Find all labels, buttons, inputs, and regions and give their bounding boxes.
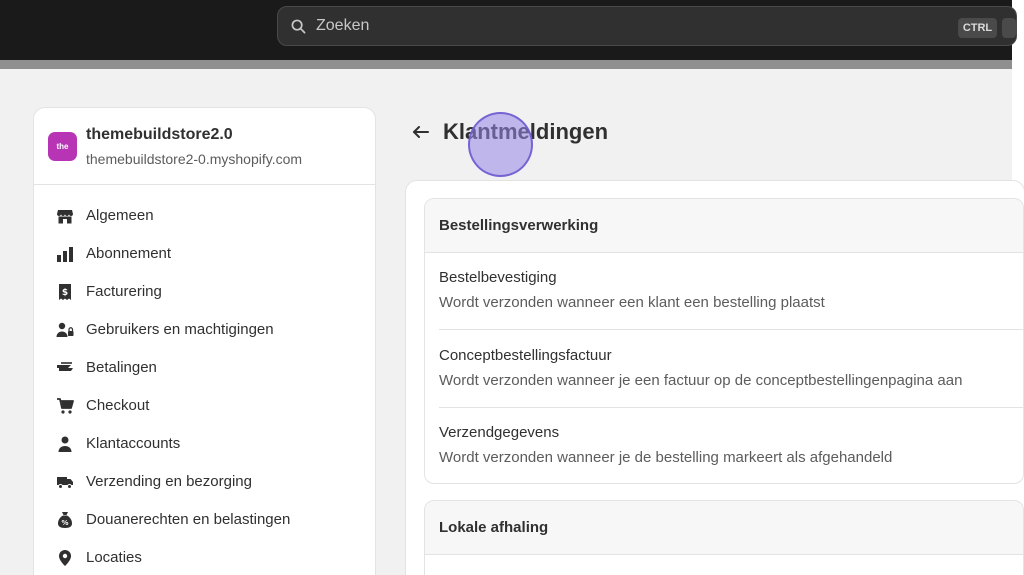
cart-icon [57,398,74,414]
sidebar-item-facturering[interactable]: $ Facturering [34,273,375,311]
users-lock-icon [56,322,74,337]
section-bestellingsverwerking: Bestellingsverwerking Bestelbevestiging … [424,198,1024,484]
sidebar-item-betalingen[interactable]: Betalingen [34,349,375,387]
row-divider [439,407,1023,408]
notification-description: Wordt verzonden wanneer je een factuur o… [439,372,963,389]
notification-row-bestelbevestiging[interactable]: Bestelbevestiging Wordt verzonden wannee… [439,269,1023,311]
sidebar-item-label: Algemeen [86,207,154,224]
location-icon [59,550,71,566]
store-logo: the [48,132,77,161]
truck-icon [57,477,73,489]
shortcut-ctrl-badge: CTRL [958,18,997,38]
store-url: themebuildstore2-0.myshopify.com [86,151,303,167]
cursor-highlight [468,112,533,177]
back-arrow-icon[interactable] [409,120,433,144]
sidebar-item-checkout[interactable]: Checkout [34,387,375,425]
chart-icon [57,247,73,262]
sidebar-item-locaties[interactable]: Locaties [34,539,375,575]
svg-text:$: $ [62,288,68,298]
section-heading: Bestellingsverwerking [425,199,1023,253]
sidebar-item-label: Gebruikers en machtigingen [86,321,274,338]
shortcut-key-badge [1002,18,1016,38]
sidebar-item-label: Facturering [86,283,162,300]
svg-text:%: % [61,519,68,527]
top-bar: Zoeken CTRL [0,0,1017,60]
sidebar-item-abonnement[interactable]: Abonnement [34,235,375,273]
section-heading: Lokale afhaling [425,501,1023,555]
row-divider [439,329,1023,330]
notification-title: Conceptbestellingsfactuur [439,347,612,364]
sidebar-item-gebruikers[interactable]: Gebruikers en machtigingen [34,311,375,349]
sidebar-item-douanerechten[interactable]: % Douanerechten en belastingen [34,501,375,539]
sidebar-item-label: Douanerechten en belastingen [86,511,291,528]
sidebar-item-klantaccounts[interactable]: Klantaccounts [34,425,375,463]
notification-title: Bestelbevestiging [439,269,557,286]
store-name: themebuildstore2.0 [86,126,233,143]
sidebar-item-label: Checkout [86,397,150,414]
sidebar-item-label: Klantaccounts [86,435,181,452]
notification-description: Wordt verzonden wanneer je de bestelling… [439,449,893,466]
notification-description: Wordt verzonden wanneer een klant een be… [439,294,825,311]
store-icon [57,210,73,224]
receipt-icon: $ [59,284,71,300]
store-header[interactable]: the themebuildstore2.0 themebuildstore2-… [34,108,375,185]
sidebar-item-label: Verzending en bezorging [86,473,252,490]
person-icon [58,436,72,452]
notification-row-conceptbestellingsfactuur[interactable]: Conceptbestellingsfactuur Wordt verzonde… [439,347,1023,389]
sidebar-item-label: Betalingen [86,359,157,376]
search-input[interactable]: Zoeken [316,17,369,35]
tax-bag-icon: % [58,512,72,528]
search-bar[interactable]: Zoeken CTRL [277,6,1017,46]
cash-icon [57,362,73,371]
section-lokale-afhaling: Lokale afhaling [424,500,1024,575]
search-icon [291,19,306,34]
sidebar-item-verzending[interactable]: Verzending en bezorging [34,463,375,501]
sidebar-item-algemeen[interactable]: Algemeen [34,197,375,235]
notification-title: Verzendgegevens [439,424,560,441]
sidebar-item-label: Abonnement [86,245,172,262]
divider-strip [0,60,1012,69]
settings-sidebar: the themebuildstore2.0 themebuildstore2-… [33,107,376,575]
notification-row-verzendgegevens[interactable]: Verzendgegevens Wordt verzonden wanneer … [439,424,1023,466]
sidebar-item-label: Locaties [86,549,142,566]
